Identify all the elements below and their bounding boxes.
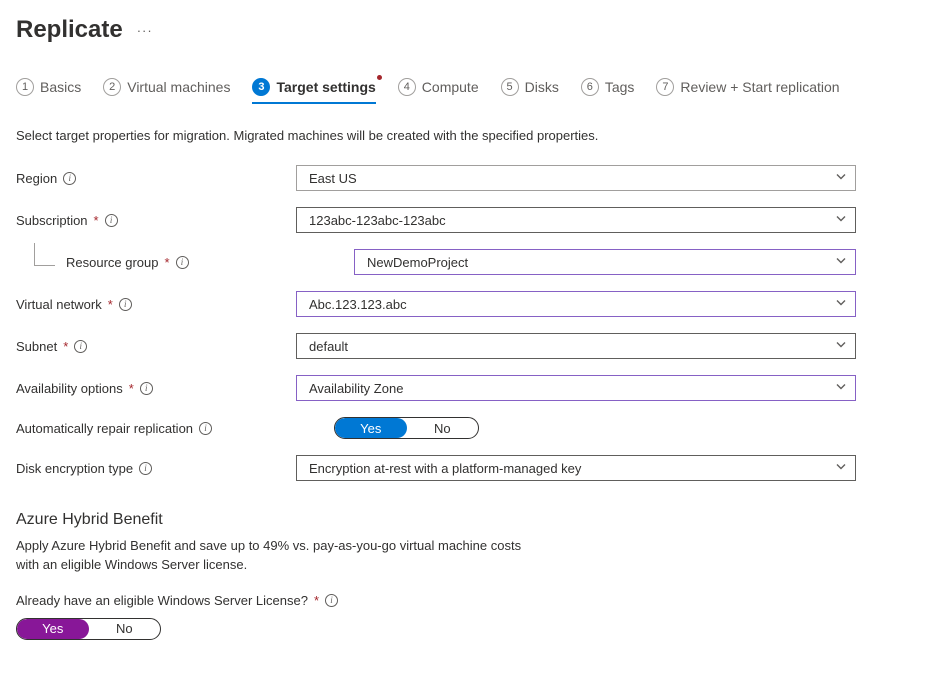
- subscription-select[interactable]: 123abc-123abc-123abc: [296, 207, 856, 233]
- info-icon[interactable]: i: [119, 298, 132, 311]
- auto-repair-toggle[interactable]: Yes No: [334, 417, 479, 439]
- resource-group-value: NewDemoProject: [367, 255, 468, 270]
- step-number: 6: [581, 78, 599, 96]
- tab-label: Tags: [605, 79, 635, 95]
- required-indicator: *: [129, 381, 134, 396]
- hybrid-benefit-title: Azure Hybrid Benefit: [16, 511, 919, 529]
- more-options-icon[interactable]: ···: [137, 23, 153, 38]
- tab-tags[interactable]: 6 Tags: [581, 78, 635, 104]
- virtual-network-value: Abc.123.123.abc: [309, 297, 407, 312]
- step-number: 4: [398, 78, 416, 96]
- chevron-down-icon: [835, 297, 847, 312]
- disk-encryption-label: Disk encryption type: [16, 461, 133, 476]
- info-icon[interactable]: i: [139, 462, 152, 475]
- step-number: 3: [252, 78, 270, 96]
- auto-repair-no[interactable]: No: [407, 418, 479, 438]
- step-number: 1: [16, 78, 34, 96]
- availability-label: Availability options: [16, 381, 123, 396]
- chevron-down-icon: [835, 213, 847, 228]
- region-value: East US: [309, 171, 357, 186]
- tab-label: Virtual machines: [127, 79, 230, 95]
- tab-compute[interactable]: 4 Compute: [398, 78, 479, 104]
- subnet-label: Subnet: [16, 339, 57, 354]
- tab-review-start[interactable]: 7 Review + Start replication: [656, 78, 839, 104]
- disk-encryption-value: Encryption at-rest with a platform-manag…: [309, 461, 581, 476]
- chevron-down-icon: [835, 255, 847, 270]
- chevron-down-icon: [835, 339, 847, 354]
- hybrid-benefit-description: Apply Azure Hybrid Benefit and save up t…: [16, 537, 576, 575]
- info-icon[interactable]: i: [176, 256, 189, 269]
- region-select[interactable]: East US: [296, 165, 856, 191]
- instruction-text: Select target properties for migration. …: [16, 128, 919, 143]
- region-label: Region: [16, 171, 57, 186]
- virtual-network-select[interactable]: Abc.123.123.abc: [296, 291, 856, 317]
- attention-dot-icon: [377, 75, 382, 80]
- tab-basics[interactable]: 1 Basics: [16, 78, 81, 104]
- subnet-select[interactable]: default: [296, 333, 856, 359]
- info-icon[interactable]: i: [105, 214, 118, 227]
- disk-encryption-select[interactable]: Encryption at-rest with a platform-manag…: [296, 455, 856, 481]
- info-icon[interactable]: i: [140, 382, 153, 395]
- resource-group-label: Resource group: [66, 255, 159, 270]
- required-indicator: *: [63, 339, 68, 354]
- hybrid-license-question: Already have an eligible Windows Server …: [16, 593, 308, 608]
- availability-select[interactable]: Availability Zone: [296, 375, 856, 401]
- auto-repair-yes[interactable]: Yes: [335, 418, 407, 438]
- step-number: 7: [656, 78, 674, 96]
- wizard-tabs: 1 Basics 2 Virtual machines 3 Target set…: [16, 78, 919, 104]
- virtual-network-label: Virtual network: [16, 297, 102, 312]
- info-icon[interactable]: i: [74, 340, 87, 353]
- step-number: 2: [103, 78, 121, 96]
- hybrid-license-no[interactable]: No: [89, 619, 161, 639]
- required-indicator: *: [94, 213, 99, 228]
- tab-target-settings[interactable]: 3 Target settings: [252, 78, 375, 104]
- resource-group-select[interactable]: NewDemoProject: [354, 249, 856, 275]
- step-number: 5: [501, 78, 519, 96]
- hybrid-license-yes[interactable]: Yes: [17, 619, 89, 639]
- availability-value: Availability Zone: [309, 381, 403, 396]
- required-indicator: *: [165, 255, 170, 270]
- tab-label: Disks: [525, 79, 559, 95]
- info-icon[interactable]: i: [199, 422, 212, 435]
- info-icon[interactable]: i: [63, 172, 76, 185]
- auto-repair-label: Automatically repair replication: [16, 421, 193, 436]
- tab-label: Target settings: [276, 79, 375, 95]
- tab-label: Basics: [40, 79, 81, 95]
- page-title: Replicate: [16, 16, 123, 44]
- hybrid-license-toggle[interactable]: Yes No: [16, 618, 161, 640]
- tab-label: Compute: [422, 79, 479, 95]
- subscription-value: 123abc-123abc-123abc: [309, 213, 446, 228]
- info-icon[interactable]: i: [325, 594, 338, 607]
- tab-label: Review + Start replication: [680, 79, 839, 95]
- required-indicator: *: [314, 593, 319, 608]
- tab-virtual-machines[interactable]: 2 Virtual machines: [103, 78, 230, 104]
- chevron-down-icon: [835, 171, 847, 186]
- tab-disks[interactable]: 5 Disks: [501, 78, 559, 104]
- required-indicator: *: [108, 297, 113, 312]
- subnet-value: default: [309, 339, 348, 354]
- subscription-label: Subscription: [16, 213, 88, 228]
- chevron-down-icon: [835, 381, 847, 396]
- chevron-down-icon: [835, 461, 847, 476]
